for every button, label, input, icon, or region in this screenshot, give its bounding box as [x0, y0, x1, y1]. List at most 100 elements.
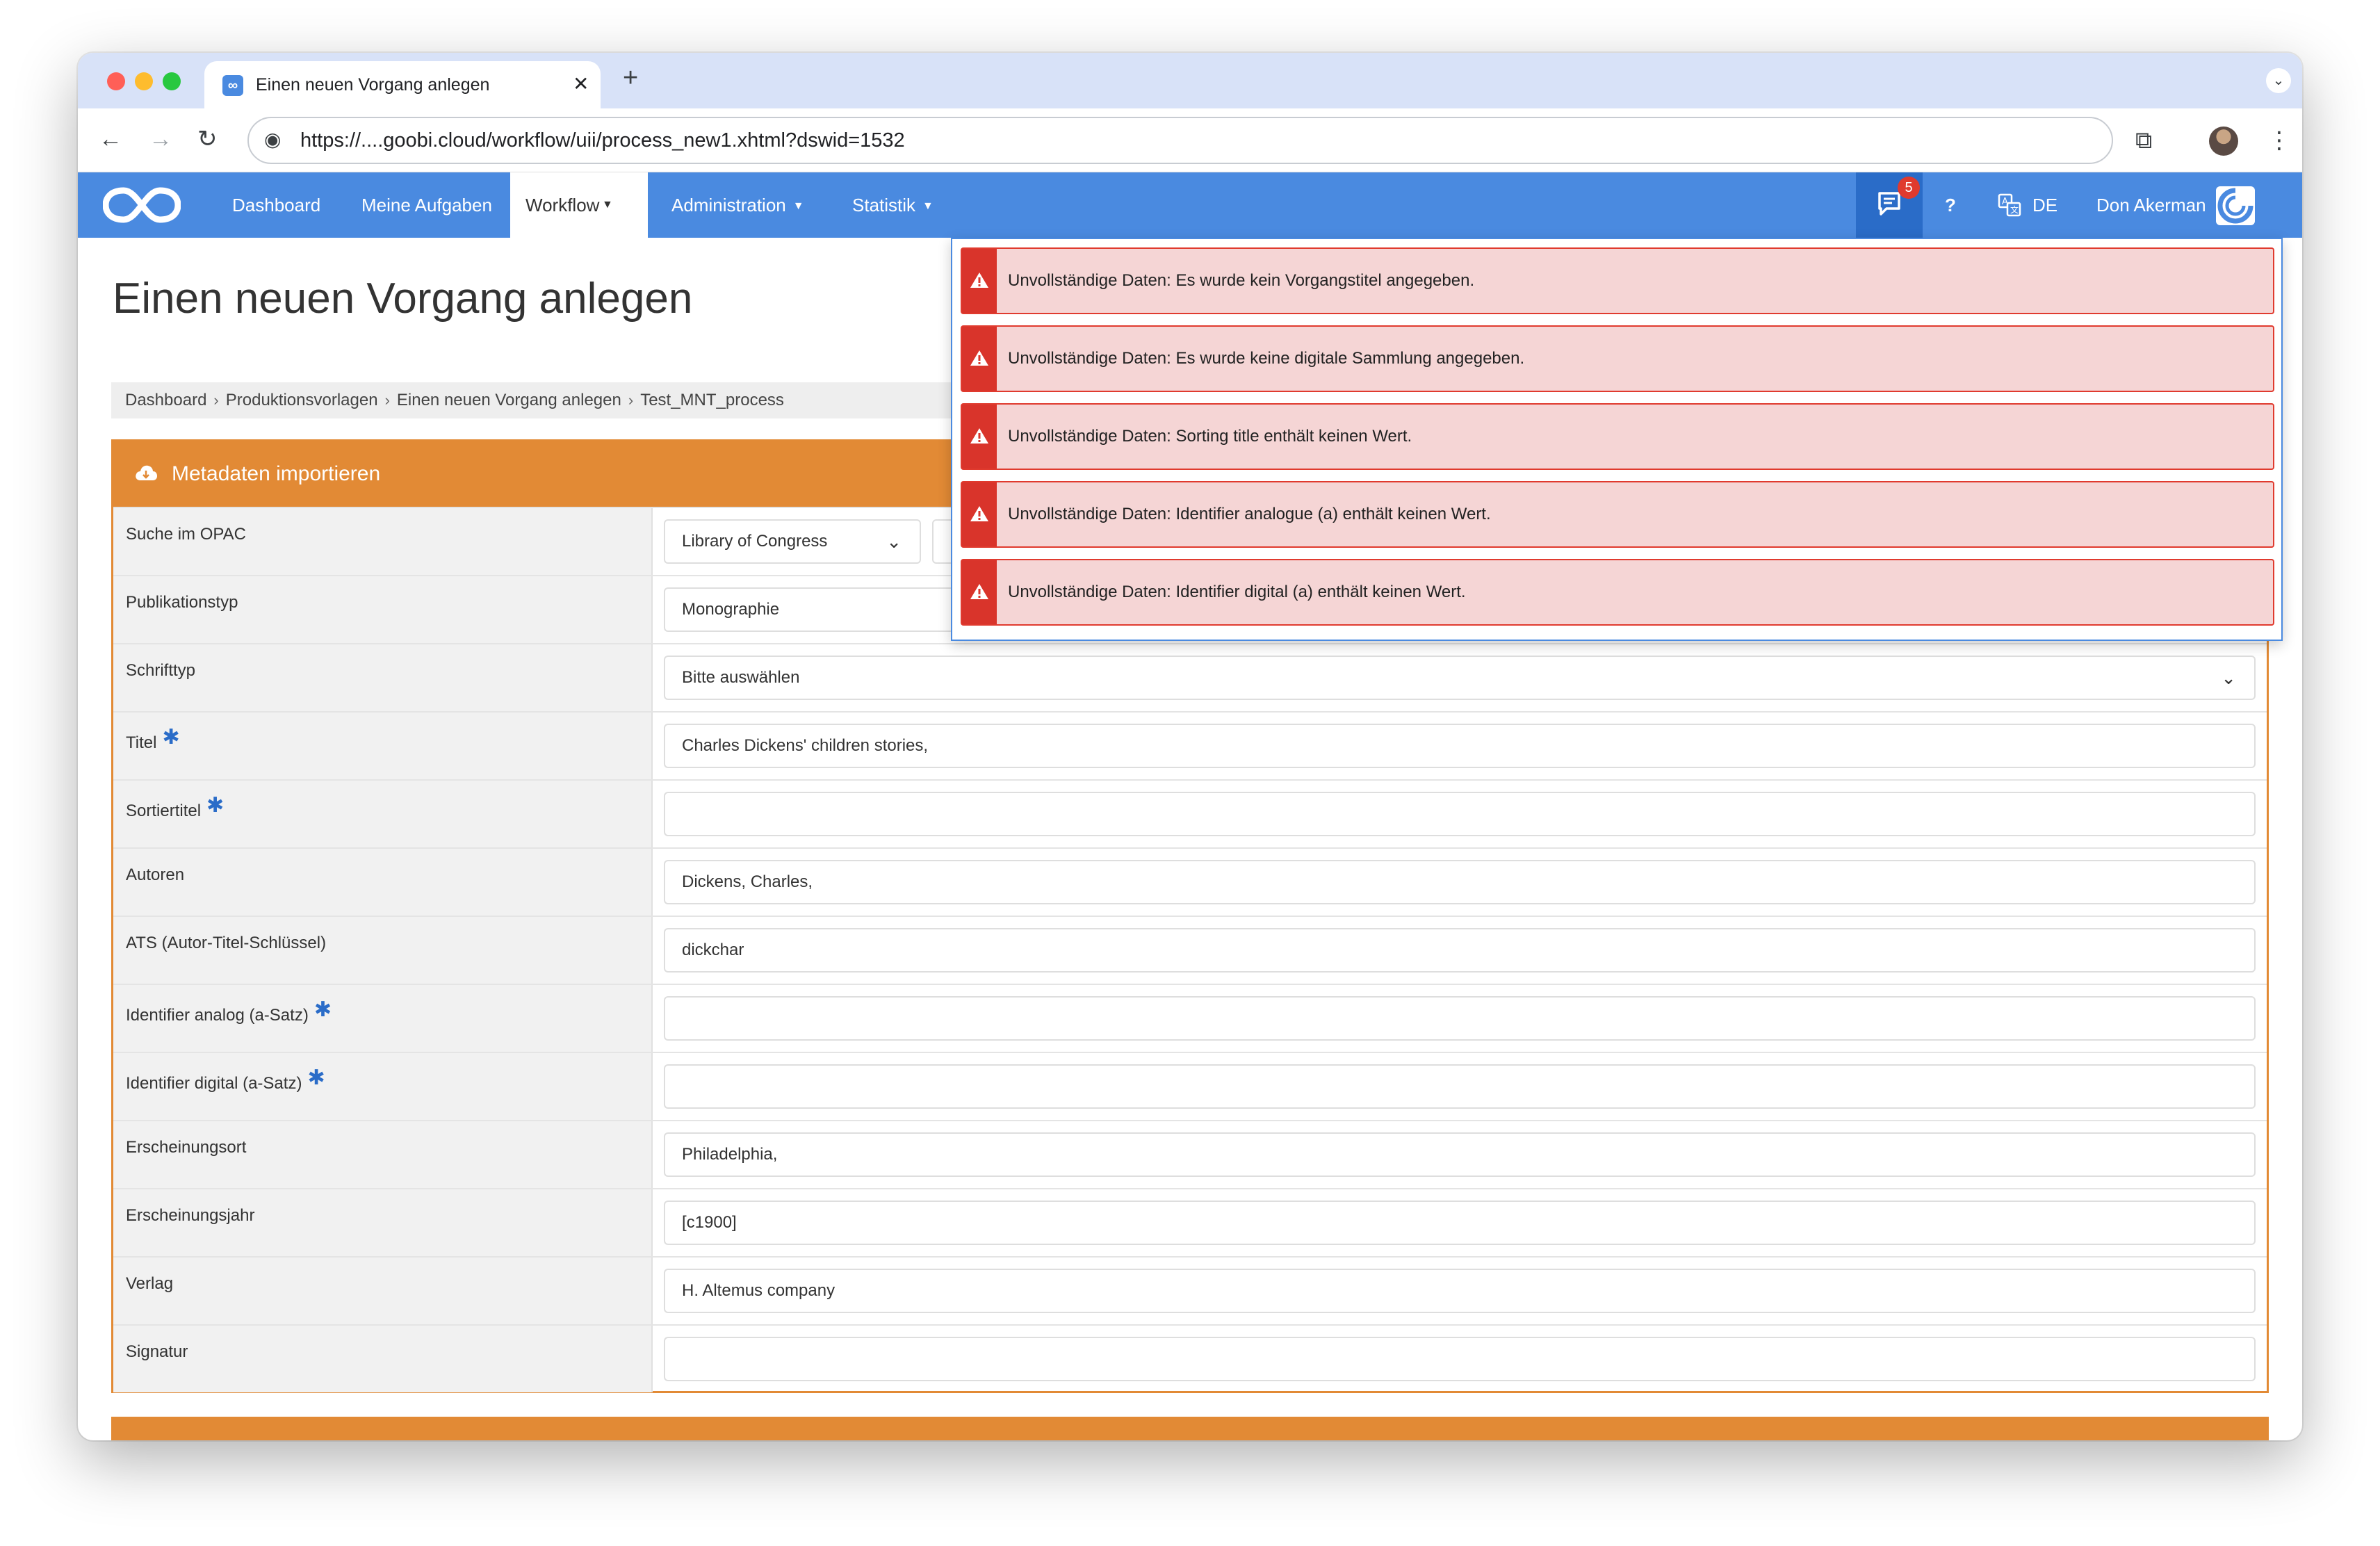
tab-bar: ∞ Einen neuen Vorgang anlegen ✕ + ⌄ [78, 53, 2302, 108]
identifier-digital-input[interactable] [664, 1064, 2256, 1109]
minimize-window-button[interactable] [135, 72, 153, 90]
translate-icon[interactable]: A 文 [1998, 193, 2021, 217]
svg-text:文: 文 [2010, 204, 2019, 215]
help-button[interactable]: ? [1945, 172, 1956, 238]
alert-item: Unvollständige Daten: Identifier digital… [961, 559, 2274, 626]
nav-administration-label: Administration [671, 195, 786, 215]
label-identifier-digital: Identifier digital (a-Satz) ✱ [113, 1053, 653, 1120]
schrifttyp-select[interactable]: Bitte auswählen ⌄ [664, 656, 2256, 700]
verlag-input[interactable]: H. Altemus company [664, 1269, 2256, 1313]
close-window-button[interactable] [107, 72, 125, 90]
breadcrumb-current: Test_MNT_process [640, 391, 784, 409]
nav-workflow[interactable]: Workflow ▼ [510, 172, 648, 238]
new-tab-button[interactable]: + [623, 64, 638, 92]
extensions-puzzle-icon[interactable]: ⧉ [2135, 125, 2152, 156]
metadata-box-title: Metadaten importieren [172, 462, 381, 485]
label-signatur: Signatur [113, 1326, 653, 1392]
nav-meine-aufgaben[interactable]: Meine Aufgaben [361, 172, 492, 238]
label-text: Schrifttyp [126, 661, 196, 680]
maximize-window-button[interactable] [163, 72, 181, 90]
row-signatur: Signatur [113, 1324, 2267, 1392]
alert-item: Unvollständige Daten: Es wurde keine dig… [961, 325, 2274, 392]
chevron-right-icon: › [384, 391, 390, 409]
breadcrumb-produktionsvorlagen[interactable]: Produktionsvorlagen [226, 391, 378, 409]
favicon-icon: ∞ [222, 75, 243, 96]
sortiertitel-input[interactable] [664, 792, 2256, 836]
row-erscheinungsort: Erscheinungsort Philadelphia, [113, 1120, 2267, 1188]
erscheinungsjahr-input[interactable]: [c1900] [664, 1201, 2256, 1245]
alert-text: Unvollständige Daten: Es wurde kein Vorg… [1008, 271, 1475, 290]
chevron-down-icon: ▼ [792, 200, 804, 213]
label-sortiertitel: Sortiertitel ✱ [113, 781, 653, 847]
verlag-value: H. Altemus company [682, 1281, 836, 1300]
erscheinungsjahr-value: [c1900] [682, 1213, 737, 1232]
reload-icon[interactable]: ↻ [197, 124, 218, 154]
autoren-value: Dickens, Charles, [682, 872, 813, 891]
chevron-right-icon: › [628, 391, 634, 409]
label-text: Erscheinungsjahr [126, 1206, 255, 1225]
label-identifier-analog: Identifier analog (a-Satz) ✱ [113, 985, 653, 1052]
infinity-logo-icon[interactable] [103, 184, 181, 227]
warning-triangle-icon [970, 506, 988, 521]
titel-input[interactable]: Charles Dickens' children stories, [664, 724, 2256, 768]
nav-statistik[interactable]: Statistik ▼ [852, 172, 949, 238]
label-suche-im-opac: Suche im OPAC [113, 508, 653, 575]
browser-window: ∞ Einen neuen Vorgang anlegen ✕ + ⌄ ← → … [78, 53, 2302, 1440]
nav-dashboard[interactable]: Dashboard [232, 172, 320, 238]
erscheinungsort-value: Philadelphia, [682, 1145, 778, 1164]
publikationstyp-value: Monographie [682, 600, 780, 619]
browser-tab-active[interactable]: ∞ Einen neuen Vorgang anlegen ✕ [204, 61, 601, 108]
chevron-right-icon: › [213, 391, 219, 409]
nav-workflow-label: Workflow [525, 195, 600, 215]
breadcrumb-dashboard[interactable]: Dashboard [125, 391, 206, 409]
row-schrifttyp: Schrifttyp Bitte auswählen ⌄ [113, 643, 2267, 711]
warning-triangle-icon [970, 584, 988, 599]
alert-text: Unvollständige Daten: Sorting title enth… [1008, 427, 1412, 446]
row-ats: ATS (Autor-Titel-Schlüssel) dickchar [113, 916, 2267, 984]
nav-administration[interactable]: Administration ▼ [671, 172, 824, 238]
breadcrumb-neuer-vorgang[interactable]: Einen neuen Vorgang anlegen [397, 391, 621, 409]
label-text: Identifier analog (a-Satz) [126, 1006, 309, 1025]
tab-close-icon[interactable]: ✕ [573, 72, 589, 95]
alert-text: Unvollständige Daten: Es wurde keine dig… [1008, 349, 1525, 368]
opac-catalogue-select[interactable]: Library of Congress ⌄ [664, 519, 921, 564]
language-selector[interactable]: DE [2032, 172, 2057, 238]
cloud-download-icon [136, 465, 157, 480]
row-autoren: Autoren Dickens, Charles, [113, 847, 2267, 916]
alert-item: Unvollständige Daten: Identifier analogu… [961, 481, 2274, 548]
warning-triangle-icon [970, 272, 988, 288]
address-bar[interactable]: ◉ https://....goobi.cloud/workflow/uii/p… [247, 117, 2113, 164]
forward-arrow-icon[interactable]: → [149, 124, 172, 154]
browser-menu-kebab-icon[interactable]: ⋮ [2267, 125, 2291, 156]
row-sortiertitel: Sortiertitel ✱ [113, 779, 2267, 847]
autoren-input[interactable]: Dickens, Charles, [664, 860, 2256, 904]
messages-button[interactable]: 5 [1856, 172, 1923, 238]
titel-value: Charles Dickens' children stories, [682, 736, 929, 755]
browser-toolbar: ← → ↻ ◉ https://....goobi.cloud/workflow… [78, 108, 2302, 172]
browser-profile-avatar[interactable] [2209, 127, 2238, 156]
site-info-icon[interactable]: ◉ [264, 128, 281, 151]
tab-title: Einen neuen Vorgang anlegen [256, 75, 490, 95]
label-text: Sortiertitel [126, 802, 202, 820]
alert-text: Unvollständige Daten: Identifier digital… [1008, 583, 1466, 601]
warning-triangle-icon [970, 350, 988, 366]
user-avatar[interactable] [2216, 186, 2255, 225]
ats-value: dickchar [682, 941, 744, 959]
label-ats: ATS (Autor-Titel-Schlüssel) [113, 917, 653, 984]
url-text[interactable]: https://....goobi.cloud/workflow/uii/pro… [300, 129, 905, 152]
message-icon [1878, 192, 1900, 215]
tab-search-chevron-icon[interactable]: ⌄ [2266, 68, 2291, 93]
label-verlag: Verlag [113, 1258, 653, 1324]
row-verlag: Verlag H. Altemus company [113, 1256, 2267, 1324]
ats-input[interactable]: dickchar [664, 928, 2256, 973]
label-publikationstyp: Publikationstyp [113, 576, 653, 643]
label-schrifttyp: Schrifttyp [113, 644, 653, 711]
label-autoren: Autoren [113, 849, 653, 916]
identifier-analog-input[interactable] [664, 996, 2256, 1041]
signatur-input[interactable] [664, 1337, 2256, 1381]
page-title: Einen neuen Vorgang anlegen [113, 275, 693, 323]
label-text: Erscheinungsort [126, 1138, 247, 1157]
erscheinungsort-input[interactable]: Philadelphia, [664, 1132, 2256, 1177]
back-arrow-icon[interactable]: ← [99, 124, 122, 154]
user-name[interactable]: Don Akerman [2096, 172, 2206, 238]
